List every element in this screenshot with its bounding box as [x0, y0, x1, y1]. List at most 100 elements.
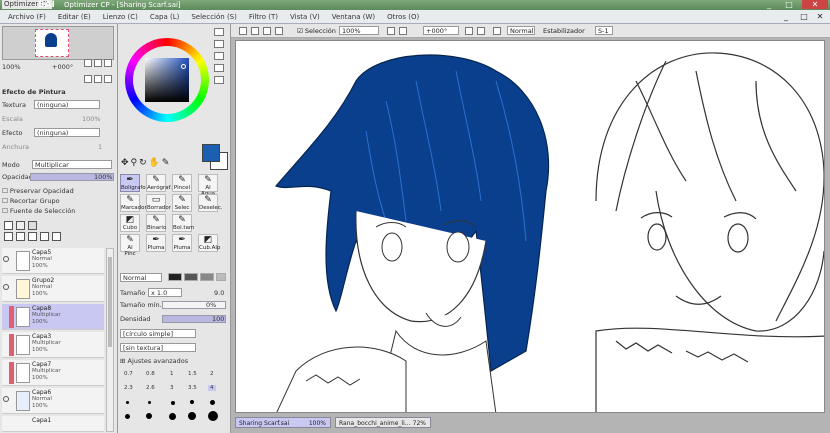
- new-linework-icon[interactable]: [16, 221, 25, 230]
- menu-capa[interactable]: Capa (L): [144, 13, 186, 21]
- tool-selec[interactable]: ✎ Selec: [172, 194, 192, 212]
- delete-layer-icon[interactable]: [52, 232, 61, 241]
- visibility-icon[interactable]: [3, 396, 9, 402]
- menu-otros[interactable]: Otros (O): [381, 13, 425, 21]
- doc-close-button[interactable]: ✕: [812, 12, 828, 22]
- tool-marcador[interactable]: ✎ Marcador: [120, 194, 147, 212]
- tool-borrador[interactable]: ▭ Borrador: [146, 194, 171, 212]
- preserve-opacity-checkbox[interactable]: Preservar Opacidad: [10, 187, 74, 195]
- rotate-right-icon[interactable]: [104, 75, 112, 83]
- stabilizer-select[interactable]: S-1: [595, 26, 613, 35]
- brush-dot[interactable]: [126, 401, 129, 404]
- flip-horizontal-icon[interactable]: [493, 27, 501, 35]
- layer-item[interactable]: Capa1: [2, 416, 104, 432]
- brush-min-size-slider[interactable]: [162, 301, 226, 309]
- canvas-mode-select[interactable]: Normal: [507, 26, 535, 35]
- brush-dot[interactable]: [210, 400, 215, 405]
- swatch-icon[interactable]: [214, 76, 224, 84]
- invert-icon[interactable]: [263, 27, 271, 35]
- brush-dot[interactable]: [148, 401, 151, 404]
- tool-pluma-2[interactable]: ✒ Pluma: [172, 234, 192, 252]
- brush-dot[interactable]: [188, 412, 196, 420]
- zoom-out-icon[interactable]: [387, 27, 395, 35]
- document-tab-active[interactable]: Sharing Scarf.sai 100%: [235, 417, 331, 428]
- brush-size-preset[interactable]: 0.8: [146, 371, 155, 377]
- selection-source-checkbox[interactable]: Fuente de Selección: [10, 207, 75, 215]
- layer-item[interactable]: Capa5 Normal 100%: [2, 248, 104, 274]
- menu-filtro[interactable]: Filtro (T): [243, 13, 284, 21]
- color-wheel-icon[interactable]: [214, 28, 224, 36]
- brush-shape-select[interactable]: [círculo simple]: [120, 328, 196, 338]
- tool-binario[interactable]: ✎ Binario: [146, 214, 166, 232]
- transfer-down-icon[interactable]: [4, 232, 13, 241]
- menu-lienzo[interactable]: Lienzo (C): [97, 13, 144, 21]
- layer-item[interactable]: Capa3 Multiplicar 100%: [2, 332, 104, 358]
- flip-icon[interactable]: [84, 75, 92, 83]
- menu-ventana[interactable]: Ventana (W): [326, 13, 381, 21]
- primary-color-swatch[interactable]: [202, 144, 220, 162]
- texture-select[interactable]: (ninguna): [34, 100, 100, 109]
- select-all-icon[interactable]: [239, 27, 247, 35]
- brush-mode-select[interactable]: Normal: [120, 272, 162, 282]
- layer-scroll-thumb[interactable]: [108, 257, 112, 347]
- menu-editar[interactable]: Editar (E): [52, 13, 97, 21]
- menu-seleccion[interactable]: Selección (S): [185, 13, 243, 21]
- shape-soft-icon[interactable]: [200, 273, 214, 281]
- move-icon[interactable]: ✥: [121, 158, 131, 168]
- layer-group[interactable]: Grupo2 Normal 100%: [2, 276, 104, 302]
- brush-dot[interactable]: [169, 413, 176, 420]
- zoom-out-icon[interactable]: [94, 59, 102, 67]
- merge-down-icon[interactable]: [16, 232, 25, 241]
- navigator-preview[interactable]: [2, 26, 114, 60]
- rotate-right-icon[interactable]: [477, 27, 485, 35]
- layer-scrollbar[interactable]: [106, 248, 114, 432]
- tool-pluma-1[interactable]: ✒ Pluma: [146, 234, 166, 252]
- color-picker-marker[interactable]: [181, 64, 186, 69]
- brush-size-preset[interactable]: 2.6: [146, 385, 155, 391]
- maximize-button[interactable]: □: [780, 0, 798, 9]
- brush-dot[interactable]: [125, 414, 130, 419]
- shape-hard-icon[interactable]: [168, 273, 182, 281]
- drawing-canvas[interactable]: [235, 40, 825, 413]
- brush-size-preset[interactable]: 0.7: [124, 371, 133, 377]
- brush-size-preset[interactable]: 3: [170, 385, 174, 391]
- rotate-left-icon[interactable]: [94, 75, 102, 83]
- tool-al-pinc[interactable]: ✎ Al Pinc: [120, 234, 140, 257]
- clear-layer-icon[interactable]: [40, 232, 49, 241]
- brush-size-preset[interactable]: 1.5: [188, 371, 197, 377]
- rotate-view-icon[interactable]: ↻: [139, 158, 149, 168]
- brush-texture-select[interactable]: [sin textura]: [120, 342, 196, 352]
- rotate-left-icon[interactable]: [465, 27, 473, 35]
- brush-size-mult-select[interactable]: x 1.0: [148, 288, 182, 297]
- brush-size-preset[interactable]: 3.5: [188, 385, 197, 391]
- hide-icon[interactable]: [275, 27, 283, 35]
- menu-archivo[interactable]: Archivo (F): [2, 13, 52, 21]
- menu-vista[interactable]: Vista (V): [284, 13, 326, 21]
- merge-icon[interactable]: [28, 232, 37, 241]
- brush-dot[interactable]: [171, 401, 175, 405]
- layer-mode-select[interactable]: Multiplicar: [32, 160, 112, 169]
- rgb-slider-icon[interactable]: [214, 40, 224, 48]
- effect-select[interactable]: (ninguna): [34, 128, 100, 137]
- brush-advanced-toggle[interactable]: Ajustes avanzados: [128, 357, 189, 365]
- tool-cub-alp[interactable]: ◩ Cub.Alp: [198, 234, 220, 252]
- shape-medium-icon[interactable]: [184, 273, 198, 281]
- eyedropper-icon[interactable]: ✎: [162, 158, 172, 168]
- clip-group-checkbox[interactable]: Recortar Grupo: [10, 197, 60, 205]
- brush-size-preset[interactable]: 2: [210, 371, 214, 377]
- brush-size-preset[interactable]: 2.3: [124, 385, 133, 391]
- brush-dot[interactable]: [190, 400, 194, 404]
- layer-item[interactable]: Capa7 Multiplicar 100%: [2, 360, 104, 386]
- shape-softer-icon[interactable]: [216, 273, 226, 281]
- navigator-angle[interactable]: +000°: [52, 62, 73, 72]
- hsv-slider-icon[interactable]: [214, 52, 224, 60]
- tool-boligrafo[interactable]: ✒ Boligrafo: [120, 174, 146, 192]
- layer-item[interactable]: Capa8 Multiplicar 100%: [2, 304, 104, 330]
- selection-toggle[interactable]: ☑ Selección: [297, 24, 336, 38]
- canvas-angle-select[interactable]: +000°: [423, 26, 459, 35]
- zoom-in-icon[interactable]: [84, 59, 92, 67]
- brush-size-preset-selected[interactable]: 4: [208, 385, 216, 391]
- close-button[interactable]: ✕: [802, 0, 828, 9]
- zoom-in-icon[interactable]: [399, 27, 407, 35]
- layer-item[interactable]: Capa6 Normal 100%: [2, 388, 104, 414]
